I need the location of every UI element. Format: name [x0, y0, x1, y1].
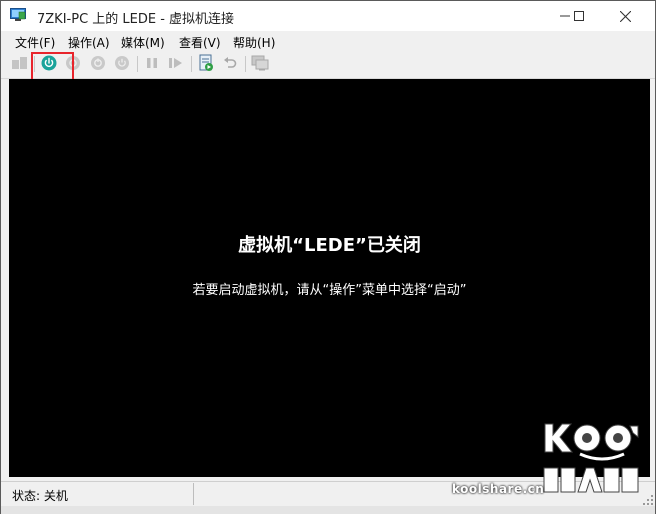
- toolbar: [1, 51, 655, 79]
- window-title: 7ZKI-PC 上的 LEDE - 虚拟机连接: [37, 12, 235, 27]
- close-button[interactable]: [602, 1, 648, 31]
- toolbar-separator: [191, 56, 192, 72]
- menu-help[interactable]: 帮助(H): [233, 34, 275, 51]
- menu-media[interactable]: 媒体(M): [121, 34, 165, 51]
- shut-down-icon: [90, 55, 106, 74]
- maximize-button[interactable]: [556, 1, 602, 31]
- revert-button[interactable]: [221, 55, 239, 73]
- title-bar[interactable]: 7ZKI-PC 上的 LEDE - 虚拟机连接: [1, 1, 655, 31]
- revert-icon: [223, 56, 237, 73]
- ctrl-alt-del-icon: [12, 56, 28, 73]
- menu-view[interactable]: 查看(V): [179, 34, 221, 51]
- checkpoint-icon: [198, 54, 214, 75]
- vm-start-instruction: 若要启动虚拟机，请从“操作”菜单中选择“启动”: [192, 283, 467, 298]
- menu-file[interactable]: 文件(F): [15, 34, 55, 51]
- shut-down-button[interactable]: [89, 55, 107, 73]
- window-bottom-edge: [1, 506, 655, 514]
- close-icon: [619, 10, 631, 22]
- pause-icon: [145, 56, 159, 73]
- maximize-icon: [574, 11, 584, 21]
- ctrl-alt-del-button[interactable]: [11, 55, 29, 73]
- vm-connection-icon: [10, 8, 26, 22]
- vm-display[interactable]: 虚拟机“LEDE”已关闭 若要启动虚拟机，请从“操作”菜单中选择“启动”: [9, 79, 650, 477]
- pause-button[interactable]: [143, 55, 161, 73]
- resume-button[interactable]: [167, 55, 185, 73]
- enhanced-session-icon: [251, 55, 269, 74]
- save-state-icon: [114, 55, 130, 74]
- checkpoint-button[interactable]: [197, 54, 215, 75]
- toolbar-separator: [245, 56, 246, 72]
- resume-icon: [168, 56, 184, 73]
- toolbar-separator: [137, 56, 138, 72]
- status-text: 状态: 关机: [12, 489, 68, 503]
- koolshare-watermark-logo: [542, 420, 642, 496]
- status-divider: [193, 483, 194, 505]
- enhanced-session-button[interactable]: [251, 55, 269, 73]
- menu-bar: 文件(F) 操作(A) 媒体(M) 查看(V) 帮助(H): [1, 31, 655, 51]
- save-state-button[interactable]: [113, 55, 131, 73]
- koolshare-watermark-url: koolshare.cn: [452, 482, 545, 496]
- resize-grip-icon[interactable]: [643, 494, 653, 505]
- vm-state-heading: 虚拟机“LEDE”已关闭: [238, 235, 421, 256]
- start-button-highlight: [31, 52, 74, 82]
- menu-action[interactable]: 操作(A): [68, 34, 110, 51]
